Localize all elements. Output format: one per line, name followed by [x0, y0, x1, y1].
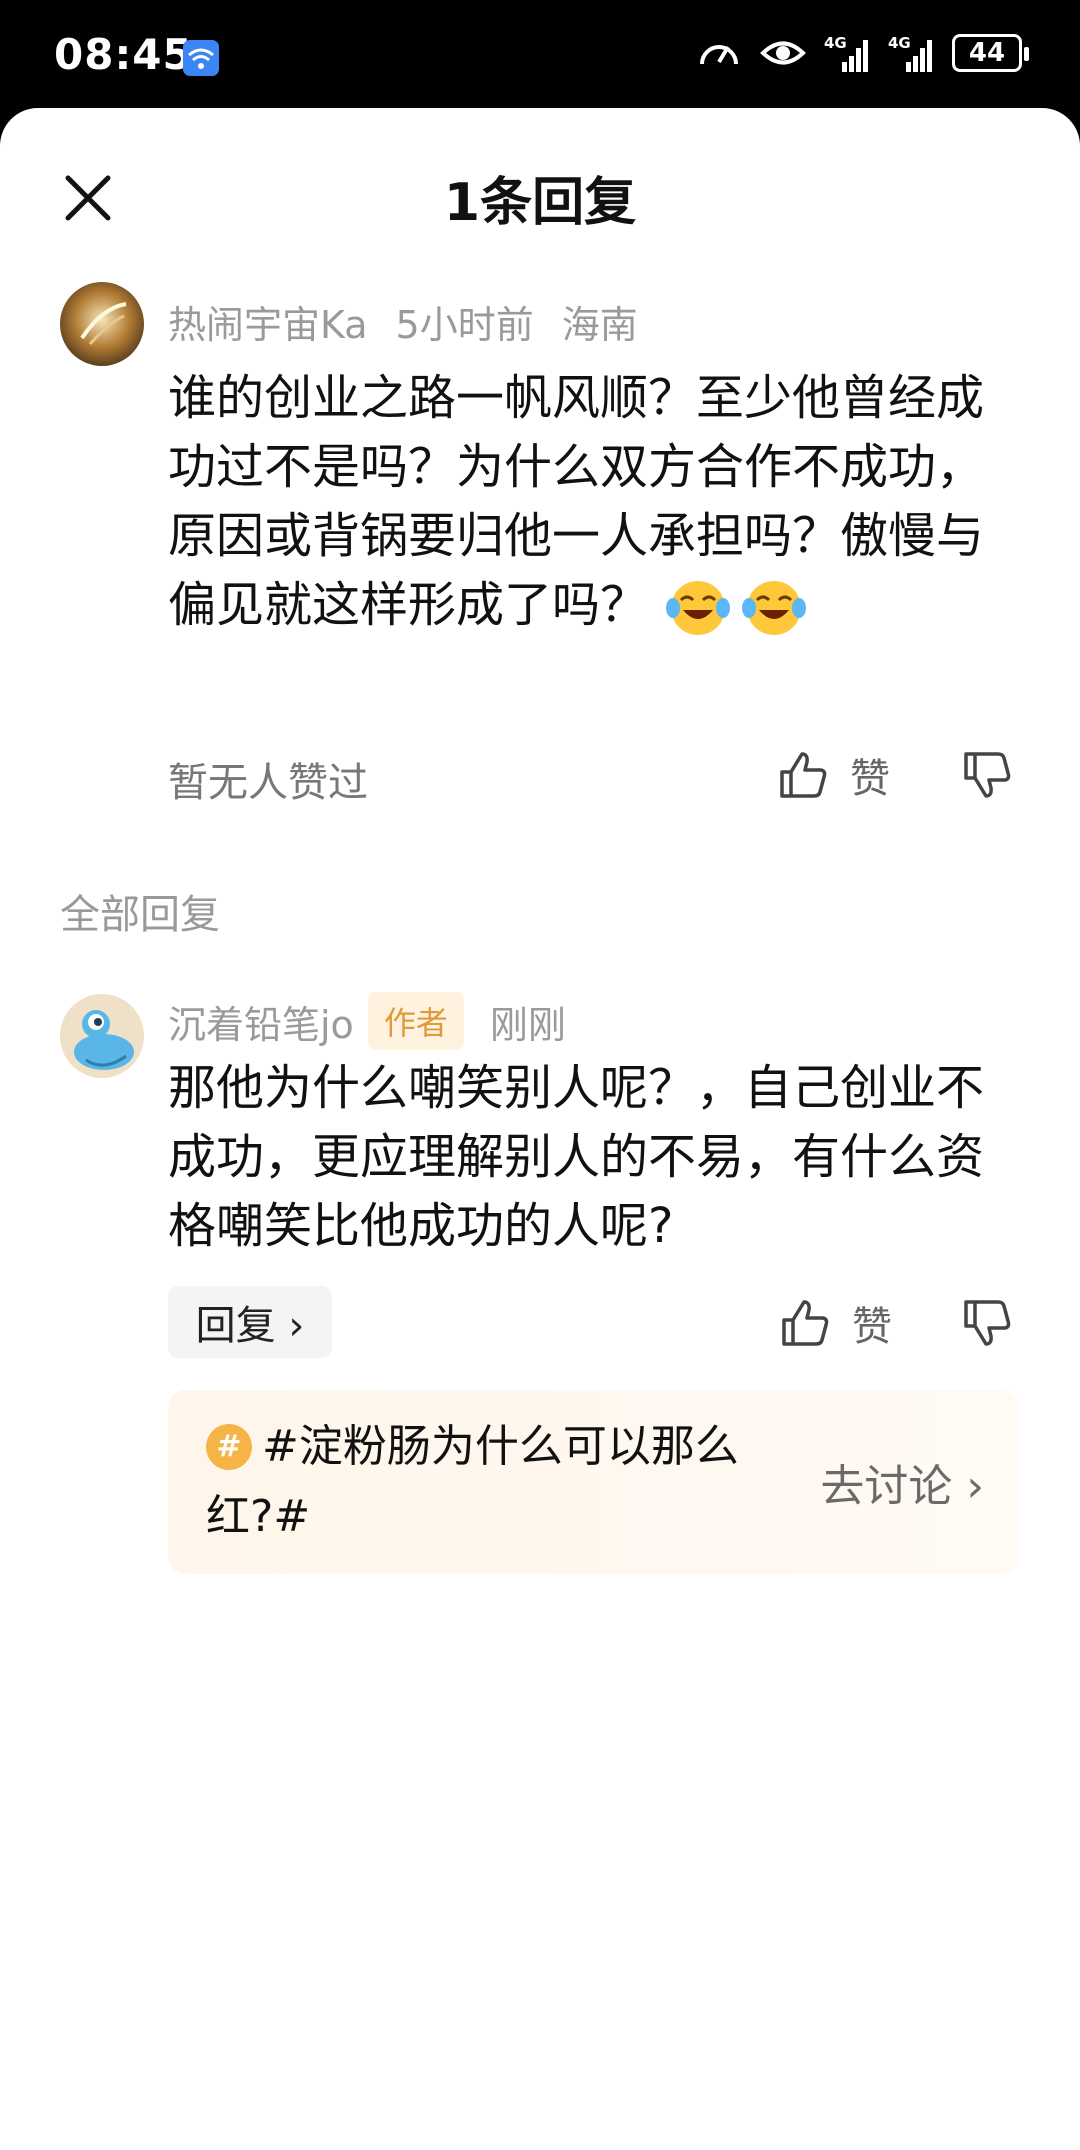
status-bar: 08:45 4G 4G 44	[0, 0, 1080, 108]
section-title: 全部回复	[60, 892, 220, 938]
like-label: 赞	[852, 1304, 892, 1350]
status-icons: 4G 4G 44	[696, 32, 1029, 74]
like-label: 赞	[850, 756, 890, 802]
signal-4g-icon: 4G	[888, 34, 932, 72]
discuss-button[interactable]: 去讨论 ›	[820, 1450, 984, 1514]
reply-meta: 沉着铅笔jo 作者 刚刚	[168, 992, 566, 1050]
reply-body: 那他为什么嘲笑别人呢？，自己创业不成功，更应理解别人的不易，有什么资格嘲笑比他成…	[168, 1060, 985, 1254]
thumbs-up-icon	[780, 752, 827, 798]
reply-button[interactable]: 回复 ›	[168, 1286, 332, 1358]
laughing-crying-emoji	[742, 581, 807, 635]
topic-text: #淀粉肠为什么可以那么红?#	[206, 1421, 739, 1542]
comment-text: 谁的创业之路一帆风顺？至少他曾经成功过不是吗？为什么双方合作不成功，原因或背锅要…	[168, 370, 985, 633]
page-title: 1条回复	[443, 173, 637, 233]
like-button[interactable]: 赞	[776, 746, 890, 804]
comment-location: 海南	[561, 303, 638, 347]
like-button[interactable]: 赞	[778, 1294, 892, 1352]
topic-card[interactable]: # #淀粉肠为什么可以那么红?# 去讨论 ›	[168, 1390, 1020, 1574]
comment-body: 谁的创业之路一帆风顺？至少他曾经成功过不是吗？为什么双方合作不成功，原因或背锅要…	[168, 364, 998, 640]
eye-icon	[760, 41, 806, 65]
signal-4g-icon: 4G	[824, 34, 868, 72]
likes-summary: 暂无人赞过	[168, 760, 368, 806]
thumbs-down-icon[interactable]	[960, 748, 1014, 802]
battery-icon: 44	[952, 34, 1029, 72]
thumbs-down-icon[interactable]	[960, 1296, 1014, 1350]
reply-sheet: 1条回复 热闹宇宙Ka 5小时前 海南 谁的创业之路一帆风顺？至少他曾经成功过不…	[0, 108, 1080, 2150]
svg-text:4G: 4G	[824, 34, 847, 52]
laughing-crying-emoji	[666, 581, 731, 635]
comment-time: 5小时前	[395, 303, 534, 347]
wifi-badge-icon	[183, 40, 219, 76]
status-time: 08:45	[54, 30, 193, 79]
avatar[interactable]	[60, 282, 144, 366]
thumbs-up-icon	[782, 1300, 829, 1346]
comment-meta: 热闹宇宙Ka 5小时前 海南	[168, 294, 638, 349]
username[interactable]: 热闹宇宙Ka	[168, 294, 368, 349]
avatar[interactable]	[60, 994, 144, 1078]
reply-time: 刚刚	[489, 1002, 566, 1047]
battery-level: 44	[968, 38, 1006, 68]
username[interactable]: 沉着铅笔jo	[168, 994, 354, 1049]
svg-text:4G: 4G	[888, 34, 911, 52]
author-badge: 作者	[367, 992, 464, 1050]
speedometer-icon	[700, 45, 738, 65]
